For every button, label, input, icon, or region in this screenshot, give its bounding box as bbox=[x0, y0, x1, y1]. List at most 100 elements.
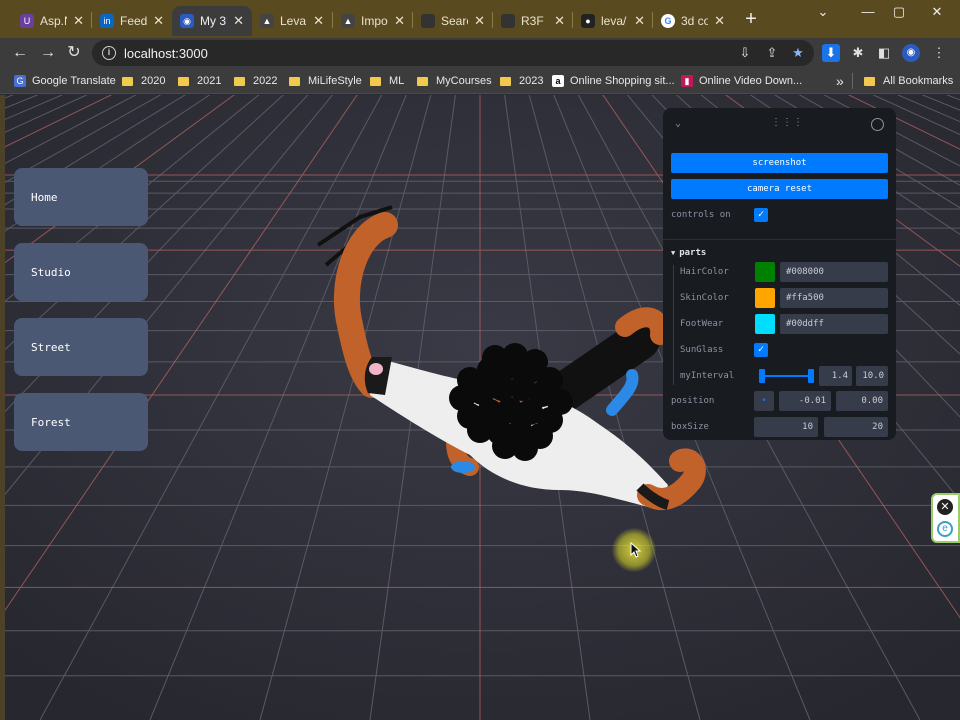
sunglass-checkbox[interactable]: ✓ bbox=[754, 343, 768, 357]
menu-icon[interactable]: ⋮ bbox=[930, 44, 948, 62]
interval-max-handle[interactable] bbox=[808, 369, 814, 383]
address-bar[interactable]: i localhost:3000 bbox=[92, 40, 814, 66]
window-edge bbox=[0, 95, 5, 720]
extension-e-icon[interactable]: e bbox=[937, 521, 953, 537]
tab-search-icon[interactable]: ⌄ bbox=[808, 2, 838, 22]
browser-tab[interactable]: ▲ Leva ✕ bbox=[252, 6, 332, 36]
share-icon[interactable]: ⇪ bbox=[763, 44, 781, 62]
controls-checkbox[interactable]: ✓ bbox=[754, 208, 768, 222]
extensions-icon[interactable]: ✱ bbox=[849, 44, 867, 62]
browser-tab[interactable]: in Feed ✕ bbox=[92, 6, 172, 36]
browser-tab[interactable]: U Asp.N ✕ bbox=[12, 6, 92, 36]
interval-min-handle[interactable] bbox=[759, 369, 765, 383]
bookmark-item[interactable]: 2021 bbox=[178, 72, 221, 90]
skincolor-swatch[interactable] bbox=[755, 288, 775, 308]
bookmark-item[interactable]: a Online Shopping sit... bbox=[552, 72, 675, 90]
close-tab-icon[interactable]: ✕ bbox=[233, 13, 244, 29]
boxsize-width-input[interactable]: 10 bbox=[754, 417, 818, 437]
drag-handle-icon[interactable]: ⋮⋮⋮ bbox=[771, 117, 804, 128]
site-info-icon[interactable]: i bbox=[102, 46, 116, 60]
bookmark-label: 2022 bbox=[253, 75, 278, 87]
close-tab-icon[interactable]: ✕ bbox=[554, 13, 565, 29]
leva-panel: ⌄ ⋮⋮⋮ screenshot camera reset controls o… bbox=[663, 108, 896, 440]
close-tab-icon[interactable]: ✕ bbox=[714, 13, 725, 29]
footwear-input[interactable]: #00ddff bbox=[780, 314, 888, 334]
close-tab-icon[interactable]: ✕ bbox=[394, 13, 405, 29]
bookmark-favicon-icon: ▮ bbox=[681, 75, 693, 87]
bookmark-label: Online Video Down... bbox=[699, 75, 803, 87]
close-tab-icon[interactable]: ✕ bbox=[153, 13, 164, 29]
back-icon[interactable]: ← bbox=[8, 41, 32, 65]
close-window-icon[interactable]: ✕ bbox=[922, 2, 952, 22]
boxsize-height-input[interactable]: 20 bbox=[824, 417, 888, 437]
skincolor-input[interactable]: #ffa500 bbox=[780, 288, 888, 308]
page-icon bbox=[501, 14, 515, 28]
screenshot-button[interactable]: screenshot bbox=[671, 153, 888, 173]
bookmark-item[interactable]: G Google Translate bbox=[14, 72, 116, 90]
parts-folder-label: parts bbox=[679, 248, 707, 258]
close-tab-icon[interactable]: ✕ bbox=[313, 13, 324, 29]
bookmark-item[interactable]: ML bbox=[370, 72, 404, 90]
browser-tab[interactable]: Searc ✕ bbox=[413, 6, 493, 36]
haircolor-input[interactable]: #008000 bbox=[780, 262, 888, 282]
extension-widget[interactable]: ✕ e bbox=[931, 493, 960, 543]
leva-icon: ▲ bbox=[260, 14, 274, 28]
interval-slider-track[interactable] bbox=[761, 375, 813, 377]
forward-icon[interactable]: → bbox=[36, 41, 60, 65]
close-icon[interactable]: ✕ bbox=[937, 499, 953, 515]
browser-tab[interactable]: ● leva/ ✕ bbox=[573, 6, 653, 36]
position-joystick-icon[interactable]: • bbox=[754, 391, 774, 411]
bookmark-item[interactable]: 2022 bbox=[234, 72, 277, 90]
profile-avatar[interactable]: ◉ bbox=[902, 44, 920, 62]
footwear-swatch[interactable] bbox=[755, 314, 775, 334]
leva-header[interactable]: ⌄ ⋮⋮⋮ bbox=[663, 108, 896, 144]
collapse-chevron-icon[interactable]: ⌄ bbox=[675, 118, 681, 129]
nav-home[interactable]: Home bbox=[14, 168, 148, 226]
search-icon[interactable] bbox=[871, 118, 884, 131]
bookmark-label: MyCourses bbox=[436, 75, 492, 87]
parts-folder[interactable]: ▼ parts bbox=[671, 243, 706, 263]
browser-tab[interactable]: ▲ Impo ✕ bbox=[333, 6, 413, 36]
nav-studio[interactable]: Studio bbox=[14, 243, 148, 301]
position-x-input[interactable]: -0.01 bbox=[779, 391, 831, 411]
close-tab-icon[interactable]: ✕ bbox=[634, 13, 645, 29]
bookmark-item[interactable]: MiLifeStyle bbox=[289, 72, 362, 90]
reload-icon[interactable]: ↻ bbox=[62, 41, 86, 65]
all-bookmarks-label: All Bookmarks bbox=[883, 75, 954, 87]
bookmark-item[interactable]: MyCourses bbox=[417, 72, 492, 90]
minimize-icon[interactable]: — bbox=[853, 2, 883, 22]
bookmark-item[interactable]: ▮ Online Video Down... bbox=[681, 72, 802, 90]
browser-tab[interactable]: ◉ My 3D ✕ bbox=[172, 6, 252, 36]
bookmark-label: Online Shopping sit... bbox=[570, 75, 675, 87]
camera-reset-button[interactable]: camera reset bbox=[671, 179, 888, 199]
panel-divider bbox=[663, 239, 896, 240]
nav-forest[interactable]: Forest bbox=[14, 393, 148, 451]
asp-icon: U bbox=[20, 14, 34, 28]
tab-label: Impo bbox=[361, 14, 388, 28]
interval-label: myInterval bbox=[680, 371, 735, 381]
haircolor-swatch[interactable] bbox=[755, 262, 775, 282]
download-extension-icon[interactable]: ⬇ bbox=[822, 44, 840, 62]
nav-street[interactable]: Street bbox=[14, 318, 148, 376]
side-panel-icon[interactable]: ◧ bbox=[875, 44, 893, 62]
bookmark-label: 2020 bbox=[141, 75, 166, 87]
new-tab-button[interactable]: + bbox=[740, 8, 762, 30]
leva-icon: ▲ bbox=[341, 14, 355, 28]
browser-tab[interactable]: R3F ✕ bbox=[493, 6, 573, 36]
install-icon[interactable]: ⇩ bbox=[736, 44, 754, 62]
more-bookmarks-icon[interactable]: » bbox=[836, 72, 844, 90]
close-tab-icon[interactable]: ✕ bbox=[73, 13, 84, 29]
all-bookmarks[interactable]: All Bookmarks bbox=[864, 72, 953, 90]
bookmark-item[interactable]: 2023 bbox=[500, 72, 543, 90]
position-y-input[interactable]: 0.00 bbox=[836, 391, 888, 411]
tab-label: Leva bbox=[280, 14, 307, 28]
interval-max-input[interactable]: 10.0 bbox=[856, 366, 888, 386]
browser-tab[interactable]: G 3d co ✕ bbox=[653, 6, 733, 36]
page-icon bbox=[421, 14, 435, 28]
interval-min-input[interactable]: 1.4 bbox=[819, 366, 852, 386]
tab-strip: UAsp.N✕inFeed✕◉My 3D✕▲Leva✕▲Impo✕Searc✕R… bbox=[0, 0, 960, 38]
close-tab-icon[interactable]: ✕ bbox=[474, 13, 485, 29]
bookmark-star-icon[interactable]: ★ bbox=[789, 44, 807, 62]
bookmark-item[interactable]: 2020 bbox=[122, 72, 165, 90]
maximize-icon[interactable]: ▢ bbox=[884, 2, 914, 22]
